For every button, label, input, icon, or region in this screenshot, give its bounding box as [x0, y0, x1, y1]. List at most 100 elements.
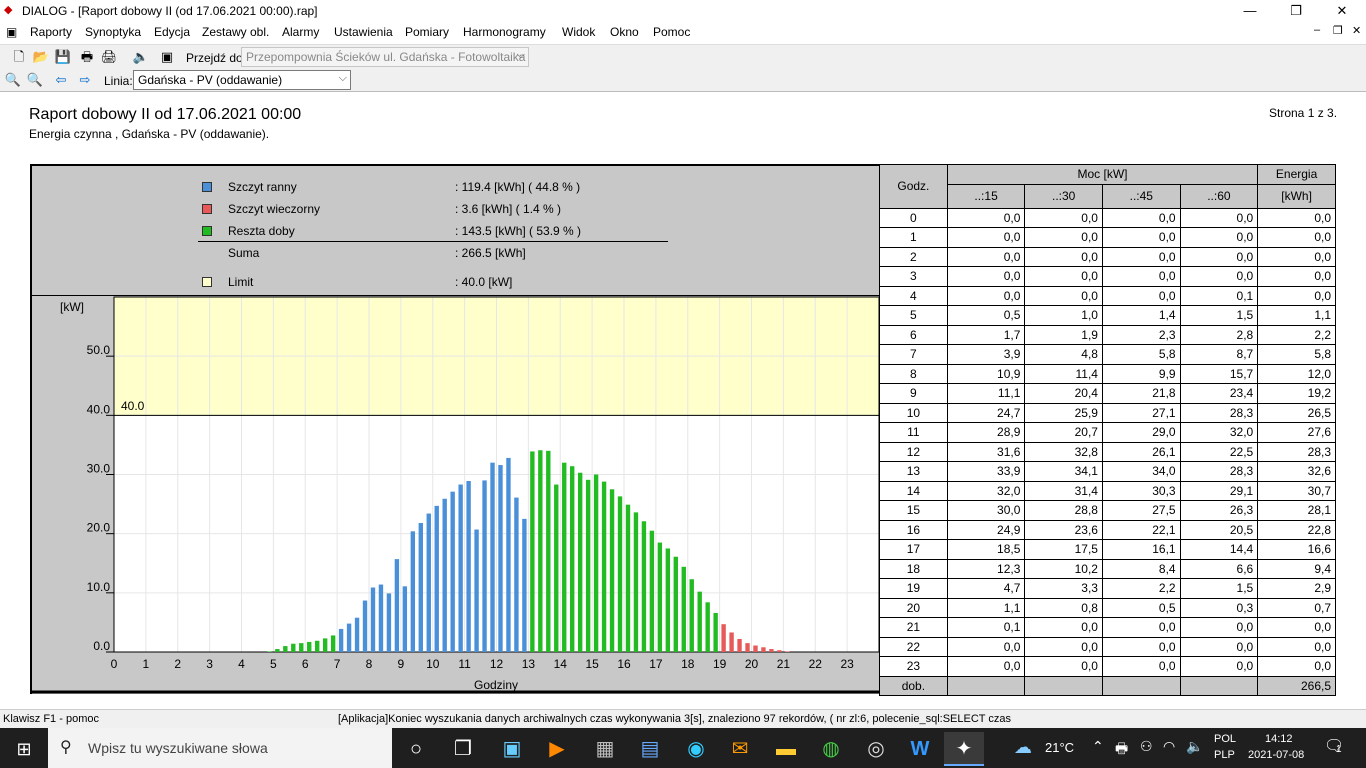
table-row: 1 0,0 0,0 0,0 0,0 0,0 — [879, 227, 1336, 248]
print-setup-icon[interactable]: 🖨 — [100, 48, 118, 66]
weather-temp[interactable]: 21°C — [1045, 740, 1074, 755]
table-row: 19 4,7 3,3 2,2 1,5 2,9 — [879, 578, 1336, 599]
search-placeholder: Wpisz tu wyszukiwane słowa — [88, 740, 268, 756]
menu-widok[interactable]: Widok — [562, 25, 595, 39]
table-row: 13 33,9 34,1 34,0 28,3 32,6 — [879, 461, 1336, 482]
menu-pomoc[interactable]: Pomoc — [653, 25, 690, 39]
footer-empty-cell — [1101, 675, 1181, 696]
menu-edycja[interactable]: Edycja — [154, 25, 190, 39]
x-tick-label: 9 — [398, 657, 405, 671]
child-restore-button[interactable]: ❐ — [1333, 24, 1343, 37]
dialog-app-icon[interactable]: ✦ — [944, 732, 984, 766]
y-tick-label: 10.0 — [87, 580, 111, 594]
menu-synoptyka[interactable]: Synoptyka — [85, 25, 141, 39]
x-tick-label: 14 — [554, 657, 568, 671]
hour-cell: 17 — [879, 539, 948, 560]
cortana-icon[interactable]: ○ — [396, 732, 436, 766]
bar — [761, 647, 766, 652]
zoom-in-icon[interactable]: 🔍 — [26, 71, 44, 89]
child-close-button[interactable]: ✕ — [1352, 24, 1361, 37]
power-cell: 0,0 — [1024, 227, 1103, 248]
calculator-icon[interactable]: ▦ — [585, 732, 625, 766]
bar — [354, 617, 360, 652]
bar — [705, 602, 710, 652]
restore-button[interactable]: ❐ — [1273, 0, 1319, 22]
bar — [362, 600, 368, 652]
open-folder-icon[interactable]: 📂 — [32, 48, 50, 66]
evening-value: : 3.6 [kWh] ( 1.4 % ) — [455, 202, 562, 216]
hour-cell: 4 — [879, 285, 948, 306]
network-icon[interactable]: ⚇ — [1140, 738, 1153, 755]
power-cell: 0,0 — [1179, 207, 1259, 228]
windows-start-icon[interactable]: ⊞ — [4, 732, 44, 766]
y-tick-label: 0.0 — [93, 639, 110, 653]
hour-cell: 7 — [879, 344, 948, 365]
file-explorer-icon[interactable]: ▬ — [766, 732, 806, 766]
limit-line-label: 40.0 — [121, 399, 145, 413]
monitor-app-icon[interactable]: ▤ — [630, 732, 670, 766]
printer-tray-icon[interactable]: 🖶 — [1115, 738, 1128, 762]
wifi-icon[interactable]: ◠ — [1163, 738, 1175, 755]
minimize-button[interactable]: — — [1227, 0, 1273, 22]
y-tick-label: 50.0 — [87, 343, 111, 357]
power-cell: 9,9 — [1101, 363, 1181, 384]
edge-browser-icon[interactable]: ◉ — [676, 732, 716, 766]
close-button[interactable]: ✕ — [1319, 0, 1365, 22]
power-cell: 24,7 — [946, 402, 1026, 423]
power-cell: 33,9 — [946, 461, 1026, 482]
bar — [402, 586, 408, 652]
table-row: 8 10,9 11,4 9,9 15,7 12,0 — [879, 363, 1336, 384]
clock-time[interactable]: 14:12 — [1265, 733, 1293, 745]
new-file-icon[interactable]: 🗋 — [10, 48, 28, 66]
language-secondary[interactable]: PLP — [1214, 749, 1235, 761]
menu-alarmy[interactable]: Alarmy — [282, 25, 319, 39]
bar — [753, 645, 758, 652]
task-view-icon[interactable]: ❐ — [443, 732, 483, 766]
energy-cell: 9,4 — [1257, 558, 1336, 579]
sum-value: : 266.5 [kWh] — [455, 246, 526, 260]
menu-pomiary[interactable]: Pomiary — [405, 25, 449, 39]
chevron-up-icon[interactable]: ⌃ — [1092, 738, 1104, 755]
window-title: DIALOG - [Raport dobowy II (od 17.06.202… — [22, 4, 318, 18]
goto-select[interactable]: Przepompownia Ścieków ul. Gdańska - Foto… — [241, 47, 529, 67]
menu-okno[interactable]: Okno — [610, 25, 639, 39]
menu-ustawienia[interactable]: Ustawienia — [334, 25, 393, 39]
power-cell: 2,3 — [1101, 324, 1181, 345]
energy-unit-header: [kWh] — [1257, 183, 1336, 209]
x-tick-label: 10 — [426, 657, 440, 671]
power-cell: 0,0 — [1024, 285, 1103, 306]
print-icon[interactable]: 🖶 — [78, 48, 96, 66]
power-cell: 0,8 — [1024, 597, 1103, 618]
sound-icon[interactable]: 🔈 — [132, 48, 150, 66]
outlook-icon[interactable]: ✉ — [720, 732, 760, 766]
power-cell: 16,1 — [1101, 539, 1181, 560]
energy-cell: 28,1 — [1257, 500, 1336, 521]
hour-cell: 10 — [879, 402, 948, 423]
media-player-icon[interactable]: ▶ — [537, 732, 577, 766]
synoptic-icon[interactable]: ▣ — [158, 48, 176, 66]
document-icon: ▣ — [6, 25, 18, 39]
menu-zestawy[interactable]: Zestawy obl. — [202, 25, 269, 39]
menu-harmonogramy[interactable]: Harmonogramy — [463, 25, 546, 39]
word-icon[interactable]: W — [900, 732, 940, 766]
next-page-icon[interactable]: ⇨ — [76, 71, 94, 89]
volume-icon[interactable]: 🔈 — [1186, 738, 1203, 755]
prev-page-icon[interactable]: ⇦ — [52, 71, 70, 89]
app-taskbar-icon[interactable]: ▣ — [492, 732, 532, 766]
taskbar-search-box[interactable]: ⚲ Wpisz tu wyszukiwane słowa — [48, 728, 392, 768]
goto-label: Przejdź do: — [186, 51, 247, 65]
line-select[interactable]: Gdańska - PV (oddawanie) ⌵ — [133, 70, 351, 90]
zoom-out-icon[interactable]: 🔍 — [4, 71, 22, 89]
power-cell: 1,5 — [1179, 305, 1259, 326]
child-minimize-button[interactable]: – — [1314, 24, 1320, 36]
power-cell: 6,6 — [1179, 558, 1259, 579]
save-icon[interactable]: 💾 — [54, 48, 72, 66]
media-app-icon[interactable]: ◎ — [856, 732, 896, 766]
x-tick-label: 19 — [713, 657, 727, 671]
bar — [785, 651, 790, 652]
clock-date[interactable]: 2021-07-08 — [1248, 749, 1304, 761]
menu-raporty[interactable]: Raporty — [30, 25, 72, 39]
chrome-icon[interactable]: ◍ — [811, 732, 851, 766]
language-primary[interactable]: POL — [1214, 733, 1236, 745]
y-tick-label: 30.0 — [87, 462, 111, 476]
